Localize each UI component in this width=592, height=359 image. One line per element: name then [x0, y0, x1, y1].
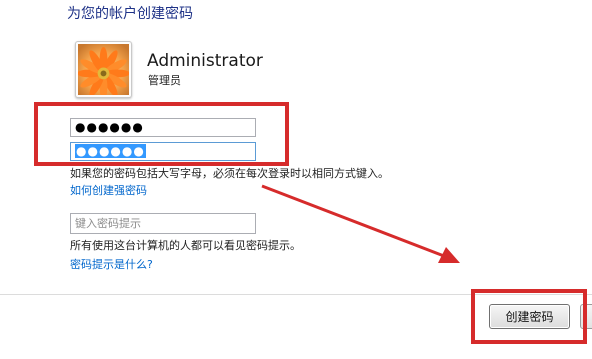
user-avatar [75, 41, 132, 98]
annotation-box-button [471, 289, 587, 344]
annotation-box-password [34, 102, 289, 166]
password-hint-input[interactable] [70, 213, 256, 234]
case-sensitivity-note: 如果您的密码包括大写字母，必须在每次登录时以相同方式键入。 [70, 167, 389, 180]
flower-avatar-icon [78, 44, 129, 95]
strong-password-link[interactable]: 如何创建强密码 [70, 182, 147, 198]
account-username: Administrator [147, 51, 263, 71]
what-is-hint-link[interactable]: 密码提示是什么? [70, 256, 153, 272]
hint-visibility-note: 所有使用这台计算机的人都可以看见密码提示。 [70, 239, 301, 252]
page-title: 为您的帐户创建密码 [67, 6, 193, 22]
account-role: 管理员 [148, 74, 181, 87]
